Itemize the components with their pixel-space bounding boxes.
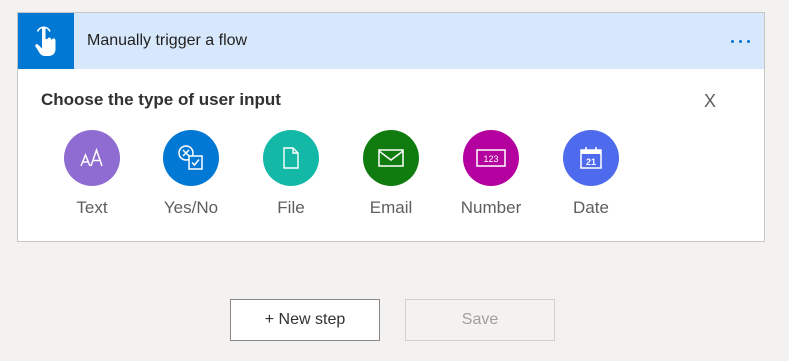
- more-options-icon-dot: [738, 39, 742, 43]
- input-type-yes-no[interactable]: Yes/No: [146, 130, 236, 226]
- file-icon: [283, 147, 299, 169]
- number-icon: 123: [476, 149, 506, 167]
- calendar-icon: 21: [580, 147, 602, 169]
- close-button[interactable]: X: [699, 90, 721, 112]
- new-step-button[interactable]: + New step: [230, 299, 380, 341]
- input-type-circle: [163, 130, 219, 186]
- more-options-icon: [730, 39, 734, 43]
- trigger-card-header[interactable]: Manually trigger a flow: [18, 13, 764, 69]
- input-type-date[interactable]: 21 Date: [546, 130, 636, 226]
- input-type-number[interactable]: 123 Number: [446, 130, 536, 226]
- input-type-circle: 123: [463, 130, 519, 186]
- input-type-text[interactable]: Text: [47, 130, 137, 226]
- input-type-circle: [64, 130, 120, 186]
- input-picker-title: Choose the type of user input: [41, 90, 281, 109]
- touch-hand-icon: [35, 26, 56, 56]
- input-type-label: Number: [460, 198, 522, 217]
- input-type-label: Email: [369, 198, 413, 217]
- input-type-circle: 21: [563, 130, 619, 186]
- email-icon: [378, 149, 404, 167]
- input-type-file[interactable]: File: [246, 130, 336, 226]
- svg-text:123: 123: [483, 154, 498, 164]
- trigger-icon-box: [18, 13, 74, 69]
- trigger-card: Manually trigger a flow Choose the type …: [17, 12, 765, 242]
- trigger-title: Manually trigger a flow: [87, 32, 248, 49]
- input-type-circle: [363, 130, 419, 186]
- yes-no-icon: [178, 145, 203, 170]
- input-type-circle: [263, 130, 319, 186]
- input-type-label: File: [277, 198, 305, 217]
- input-type-label: Text: [76, 198, 108, 217]
- save-button[interactable]: Save: [405, 299, 555, 341]
- input-type-email[interactable]: Email: [346, 130, 436, 226]
- input-type-label: Date: [573, 198, 609, 217]
- more-options-button[interactable]: [720, 29, 760, 53]
- text-icon: [80, 147, 103, 167]
- more-options-icon-dot: [746, 39, 750, 43]
- svg-text:21: 21: [586, 157, 596, 167]
- input-type-label: Yes/No: [163, 198, 219, 217]
- input-type-list: Text Yes/No File Email 123 Number 21 Dat…: [18, 130, 764, 226]
